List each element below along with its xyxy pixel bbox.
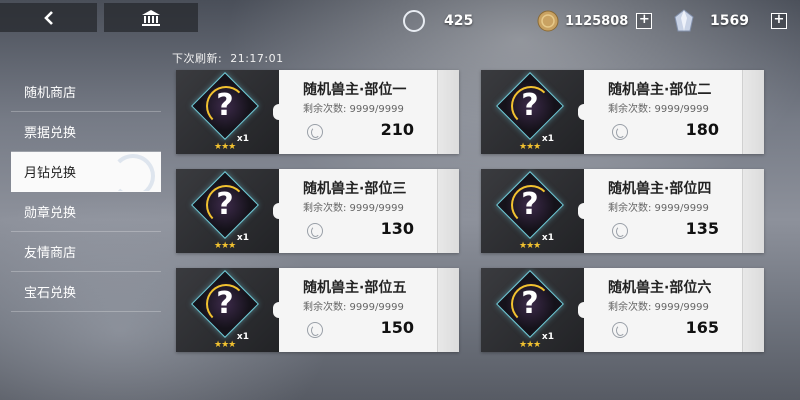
item-remaining: 剩余次数: 9999/9999	[303, 203, 404, 214]
item-count: x1	[236, 233, 249, 243]
item-image: ? x1 ★★★	[481, 268, 584, 352]
bank-icon	[142, 9, 160, 26]
item-remaining: 剩余次数: 9999/9999	[608, 104, 709, 115]
item-name: 随机兽主·部位六	[608, 280, 712, 296]
add-crystal-button[interactable]: +	[770, 13, 787, 29]
sidebar-item-medal-exchange[interactable]: 勋章兑换	[11, 192, 161, 232]
item-remaining: 剩余次数: 9999/9999	[303, 302, 404, 313]
question-mark-icon: ?	[521, 187, 539, 222]
sidebar-item-random-shop[interactable]: 随机商店	[11, 72, 161, 112]
sidebar-item-moon-diamond-exchange[interactable]: 月钻兑换	[11, 152, 161, 192]
shop-item-card[interactable]: ? x1 ★★★ 随机兽主·部位一 剩余次数: 9999/9999 210	[176, 70, 459, 154]
item-image: ? x1 ★★★	[176, 268, 279, 352]
refresh-timer: 下次刷新: 21:17:01	[172, 50, 292, 66]
item-name: 随机兽主·部位三	[303, 181, 407, 197]
item-remaining: 剩余次数: 9999/9999	[608, 203, 709, 214]
moon-diamond-icon	[612, 124, 628, 140]
item-count: x1	[236, 134, 249, 144]
crystal-counter: 1569 +	[673, 8, 787, 34]
star-rating: ★★★	[214, 142, 236, 152]
moon-diamond-icon	[307, 124, 323, 140]
shop-sidebar: 随机商店 票据兑换 月钻兑换 勋章兑换 友情商店 宝石兑换	[11, 72, 161, 312]
shop-item-card[interactable]: ? x1 ★★★ 随机兽主·部位五 剩余次数: 9999/9999 150	[176, 268, 459, 352]
question-mark-icon: ?	[216, 286, 234, 321]
item-count: x1	[541, 134, 554, 144]
gold-coin-counter: 1125808 +	[537, 8, 653, 34]
sidebar-item-gem-exchange[interactable]: 宝石兑换	[11, 272, 161, 312]
item-price: 150	[380, 318, 414, 337]
item-image: ? x1 ★★★	[481, 169, 584, 253]
item-image: ? x1 ★★★	[481, 70, 584, 154]
star-rating: ★★★	[214, 241, 236, 251]
item-name: 随机兽主·部位五	[303, 280, 407, 296]
chevron-left-icon	[43, 10, 53, 25]
add-gold-button[interactable]: +	[636, 13, 653, 29]
moon-diamond-counter: 425	[402, 8, 473, 34]
star-rating: ★★★	[519, 241, 541, 251]
gold-coin-value: 1125808	[565, 13, 629, 29]
question-mark-icon: ?	[216, 187, 234, 222]
item-name: 随机兽主·部位二	[608, 82, 712, 98]
moon-diamond-icon	[307, 322, 323, 338]
top-bar: 425 1125808 + 1569 +	[0, 0, 800, 42]
shop-item-card[interactable]: ? x1 ★★★ 随机兽主·部位六 剩余次数: 9999/9999 165	[481, 268, 764, 352]
item-name: 随机兽主·部位四	[608, 181, 712, 197]
gold-coin-icon	[537, 10, 559, 32]
item-price: 130	[380, 219, 414, 238]
star-rating: ★★★	[519, 340, 541, 350]
question-mark-icon: ?	[216, 88, 234, 123]
crystal-value: 1569	[710, 13, 749, 29]
item-remaining: 剩余次数: 9999/9999	[303, 104, 404, 115]
refresh-label: 下次刷新:	[172, 52, 223, 65]
sidebar-item-ticket-exchange[interactable]: 票据兑换	[11, 112, 161, 152]
shop-item-card[interactable]: ? x1 ★★★ 随机兽主·部位二 剩余次数: 9999/9999 180	[481, 70, 764, 154]
question-mark-icon: ?	[521, 286, 539, 321]
star-rating: ★★★	[214, 340, 236, 350]
moon-diamond-icon	[307, 223, 323, 239]
star-rating: ★★★	[519, 142, 541, 152]
item-price: 210	[380, 120, 414, 139]
item-price: 180	[685, 120, 719, 139]
moon-diamond-value: 425	[444, 13, 474, 29]
moon-diamond-icon	[612, 322, 628, 338]
question-mark-icon: ?	[521, 88, 539, 123]
crystal-icon	[674, 9, 694, 32]
shop-item-card[interactable]: ? x1 ★★★ 随机兽主·部位四 剩余次数: 9999/9999 135	[481, 169, 764, 253]
back-button[interactable]	[0, 3, 97, 32]
item-count: x1	[541, 332, 554, 342]
home-button[interactable]	[104, 3, 198, 32]
item-count: x1	[236, 332, 249, 342]
moon-diamond-icon	[403, 10, 425, 32]
item-name: 随机兽主·部位一	[303, 82, 407, 98]
refresh-time: 21:17:01	[230, 52, 284, 65]
item-image: ? x1 ★★★	[176, 169, 279, 253]
sidebar-item-friend-shop[interactable]: 友情商店	[11, 232, 161, 272]
item-image: ? x1 ★★★	[176, 70, 279, 154]
item-price: 165	[685, 318, 719, 337]
item-count: x1	[541, 233, 554, 243]
item-price: 135	[685, 219, 719, 238]
moon-diamond-icon	[612, 223, 628, 239]
item-remaining: 剩余次数: 9999/9999	[608, 302, 709, 313]
shop-item-card[interactable]: ? x1 ★★★ 随机兽主·部位三 剩余次数: 9999/9999 130	[176, 169, 459, 253]
